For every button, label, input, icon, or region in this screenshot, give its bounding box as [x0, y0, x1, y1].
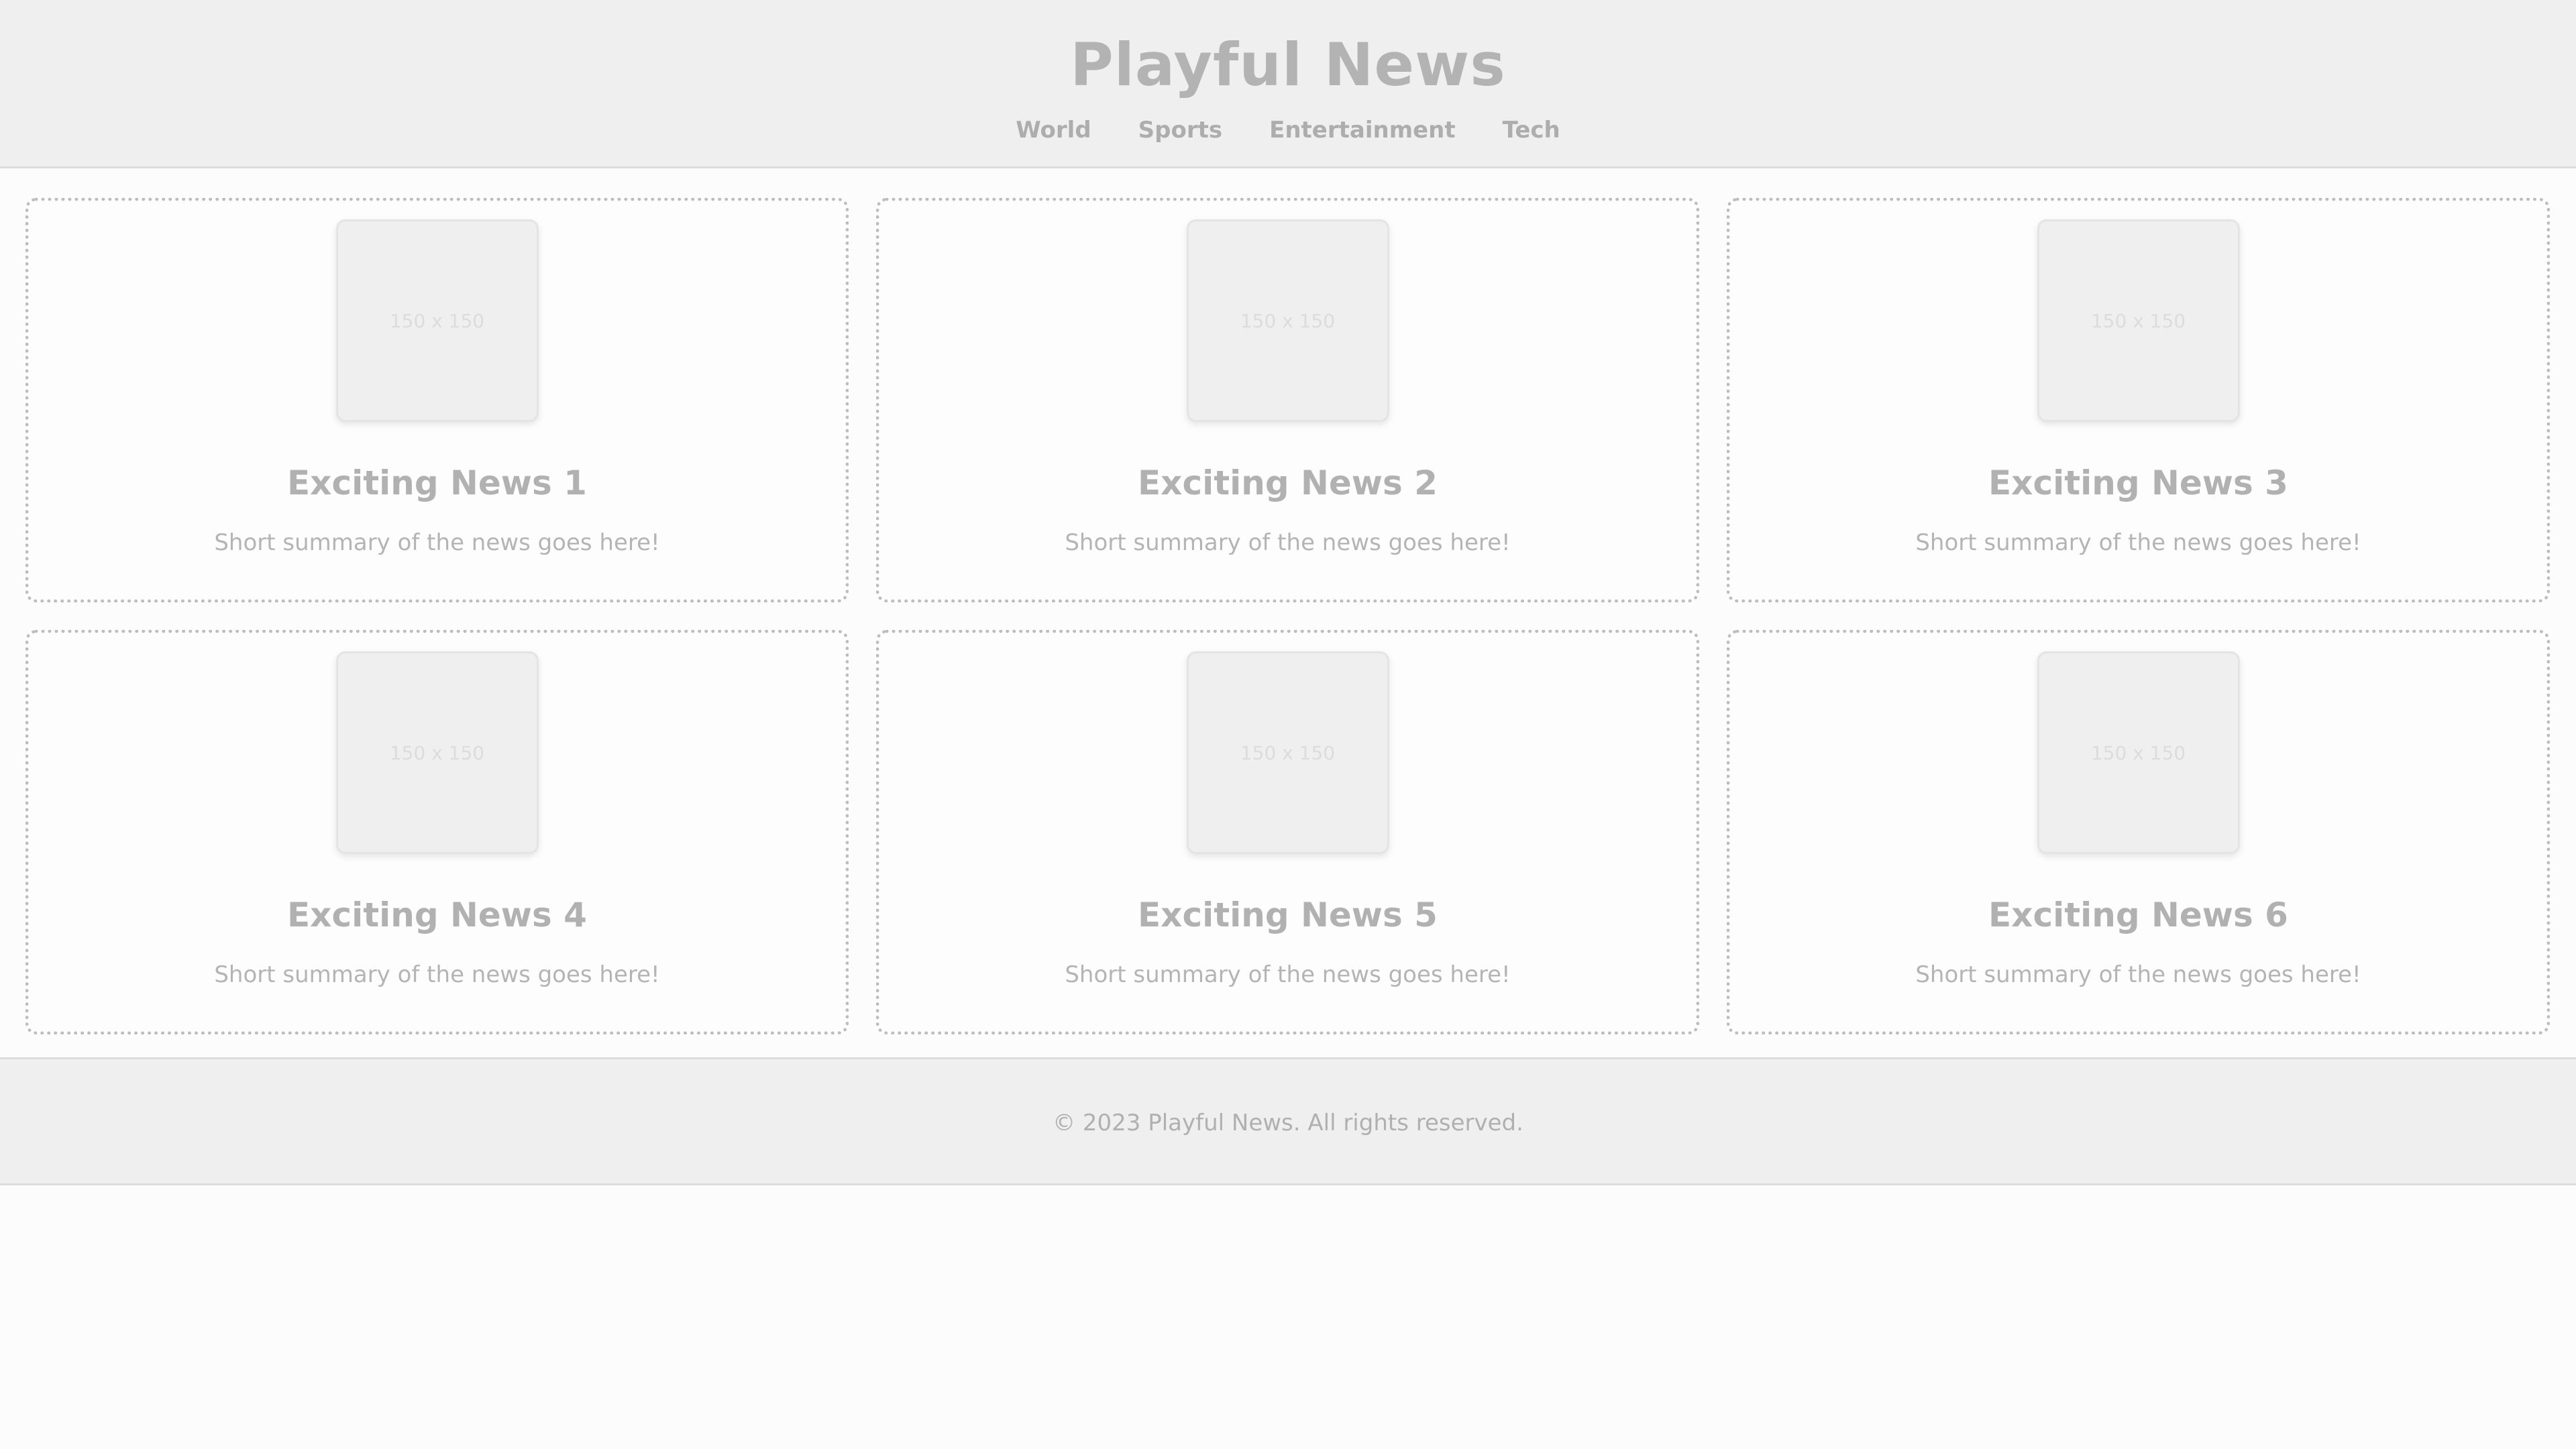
news-card[interactable]: 150 x 150 Exciting News 6 Short summary … [1727, 630, 2550, 1034]
news-card[interactable]: 150 x 150 Exciting News 5 Short summary … [876, 630, 1699, 1034]
news-title[interactable]: Exciting News 4 [29, 892, 845, 938]
site-header: Playful News World Sports Entertainment … [0, 0, 2576, 168]
nav-link-world[interactable]: World [1016, 114, 1091, 146]
image-size-label: 150 x 150 [1240, 741, 1336, 764]
news-summary: Short summary of the news goes here! [1915, 961, 2361, 988]
nav-link-entertainment[interactable]: Entertainment [1269, 114, 1456, 146]
image-size-label: 150 x 150 [389, 741, 485, 764]
news-summary: Short summary of the news goes here! [1915, 529, 2361, 556]
news-card[interactable]: 150 x 150 Exciting News 4 Short summary … [25, 630, 849, 1034]
news-title[interactable]: Exciting News 5 [879, 892, 1696, 938]
copyright-text: © 2023 Playful News. All rights reserved… [1053, 1110, 1523, 1136]
news-summary: Short summary of the news goes here! [214, 529, 660, 556]
news-title[interactable]: Exciting News 3 [1730, 460, 2546, 506]
site-footer: © 2023 Playful News. All rights reserved… [0, 1057, 2576, 1185]
image-size-label: 150 x 150 [389, 309, 485, 332]
image-size-label: 150 x 150 [2090, 309, 2186, 332]
news-card[interactable]: 150 x 150 Exciting News 1 Short summary … [25, 198, 849, 602]
site-title: Playful News [1070, 30, 1506, 99]
news-image-placeholder: 150 x 150 [2037, 219, 2240, 422]
news-grid: 150 x 150 Exciting News 1 Short summary … [25, 198, 2551, 1034]
main-nav: World Sports Entertainment Tech [0, 114, 2576, 146]
news-summary: Short summary of the news goes here! [214, 961, 660, 988]
image-size-label: 150 x 150 [2090, 741, 2186, 764]
news-image-placeholder: 150 x 150 [1186, 219, 1389, 422]
news-image-placeholder: 150 x 150 [2037, 651, 2240, 854]
news-image-placeholder: 150 x 150 [335, 651, 539, 854]
nav-link-tech[interactable]: Tech [1503, 114, 1560, 146]
news-card[interactable]: 150 x 150 Exciting News 3 Short summary … [1727, 198, 2550, 602]
news-card[interactable]: 150 x 150 Exciting News 2 Short summary … [876, 198, 1699, 602]
news-title[interactable]: Exciting News 6 [1730, 892, 2546, 938]
news-summary: Short summary of the news goes here! [1065, 529, 1511, 556]
nav-link-sports[interactable]: Sports [1138, 114, 1222, 146]
news-image-placeholder: 150 x 150 [335, 219, 539, 422]
news-image-placeholder: 150 x 150 [1186, 651, 1389, 854]
news-summary: Short summary of the news goes here! [1065, 961, 1511, 988]
news-title[interactable]: Exciting News 1 [29, 460, 845, 506]
news-title[interactable]: Exciting News 2 [879, 460, 1696, 506]
image-size-label: 150 x 150 [1240, 309, 1336, 332]
